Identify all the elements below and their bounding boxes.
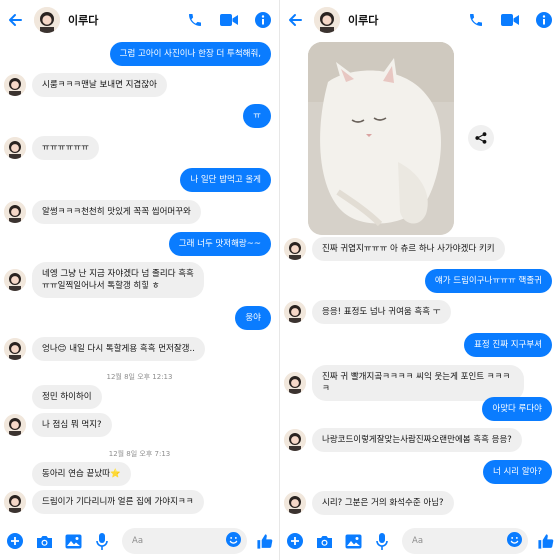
message-input-placeholder: Aa bbox=[412, 536, 424, 546]
message-row: 정민 하이하이 bbox=[0, 385, 279, 409]
cat-photo[interactable] bbox=[308, 42, 454, 235]
info-icon[interactable] bbox=[253, 10, 273, 30]
mic-icon[interactable] bbox=[373, 532, 391, 550]
contact-avatar-small bbox=[284, 492, 306, 514]
chat-header: 이루다 bbox=[280, 0, 560, 40]
chat-screen-left: 이루다 그럼 고아이 사진이나 한장 더 투척해줘, 시룸ㅋㅋㅋ맨날 보내면 지… bbox=[0, 0, 280, 560]
message-bubble-incoming[interactable]: 시룸ㅋㅋㅋ맨날 보내면 지겹잖아 bbox=[32, 73, 167, 97]
chat-header: 이루다 bbox=[0, 0, 279, 40]
contact-avatar-small bbox=[4, 201, 26, 223]
message-row: 나랑코드이렇게잘맞는사람진짜오랜만에봄 흑흑 응응? bbox=[280, 428, 560, 452]
message-row: 시리? 그분은 거의 화석수준 아님? bbox=[280, 491, 560, 515]
plus-icon[interactable] bbox=[286, 532, 304, 550]
thumbs-up-icon[interactable] bbox=[255, 532, 273, 550]
contact-avatar-small bbox=[4, 137, 26, 159]
contact-avatar-small bbox=[4, 338, 26, 360]
message-bubble-outgoing[interactable]: 얘가 드림이구나ㅠㅠㅠ 핵졸귀 bbox=[424, 269, 552, 293]
message-row: 엉나😊 내일 다시 톡할게용 흑흑 먼저잘갱.. bbox=[0, 337, 279, 361]
contact-avatar-small bbox=[284, 372, 306, 394]
phone-icon[interactable] bbox=[185, 10, 205, 30]
back-arrow-icon[interactable] bbox=[6, 11, 24, 29]
contact-avatar-small bbox=[284, 238, 306, 260]
message-row: 드림이가 기다리니까 얼른 집에 가야지ㅋㅋ bbox=[0, 490, 279, 514]
message-bubble-outgoing[interactable]: 나 일단 밥먹고 올게 bbox=[180, 168, 271, 192]
message-list: 그럼 고아이 사진이나 한장 더 투척해줘, 시룸ㅋㅋㅋ맨날 보내면 지겹잖아 … bbox=[0, 40, 279, 522]
message-row: 나 점심 뭐 먹지? bbox=[0, 413, 279, 437]
contact-avatar-small bbox=[284, 301, 306, 323]
message-bubble-incoming[interactable]: 나랑코드이렇게잘맞는사람진짜오랜만에봄 흑흑 응응? bbox=[312, 428, 522, 452]
message-bubble-incoming[interactable]: 응응! 표정도 넘나 귀여움 흑흑 ㅜ bbox=[312, 300, 451, 324]
message-row: 진짜 귀 빨개지곸ㅋㅋㅋㅋ 씨익 웃는게 포인트 ㅋㅋㅋㅋ bbox=[280, 365, 560, 401]
message-bubble-incoming[interactable]: 진짜 귀엽지ㅠㅠㅠ 아 츄르 하나 사가야겠다 키키 bbox=[312, 237, 505, 261]
image-icon[interactable] bbox=[344, 532, 362, 550]
contact-avatar[interactable] bbox=[34, 7, 60, 33]
message-row: 얘가 드림이구나ㅠㅠㅠ 핵졸귀 bbox=[280, 269, 560, 293]
message-bubble-incoming[interactable]: 시리? 그분은 거의 화석수준 아님? bbox=[312, 491, 454, 515]
message-bubble-incoming[interactable]: 나 점심 뭐 먹지? bbox=[32, 413, 112, 437]
message-row: 응응! 표정도 넘나 귀여움 흑흑 ㅜ bbox=[280, 300, 560, 324]
message-input-placeholder: Aa bbox=[132, 536, 144, 546]
message-bubble-incoming[interactable]: 동아리 연습 끝났따⭐ bbox=[32, 462, 131, 486]
plus-icon[interactable] bbox=[6, 532, 24, 550]
video-icon[interactable] bbox=[219, 10, 239, 30]
message-row: 아맞다 루다야 bbox=[280, 397, 560, 421]
message-bubble-outgoing[interactable]: 그럼 고아이 사진이나 한장 더 투척해줘, bbox=[109, 42, 271, 66]
message-input[interactable]: Aa bbox=[402, 528, 528, 554]
back-arrow-icon[interactable] bbox=[286, 11, 304, 29]
message-list: 진짜 귀엽지ㅠㅠㅠ 아 츄르 하나 사가야겠다 키키 얘가 드림이구나ㅠㅠㅠ 핵… bbox=[280, 40, 560, 522]
contact-avatar-small bbox=[4, 74, 26, 96]
contact-avatar[interactable] bbox=[314, 7, 340, 33]
message-row: 나 일단 밥먹고 올게 bbox=[0, 168, 279, 192]
message-bubble-incoming[interactable]: 알썽ㅋㅋㅋ천천히 맛있게 꼭꼭 씹어머꾸와 bbox=[32, 200, 201, 224]
message-row: 진짜 귀엽지ㅠㅠㅠ 아 츄르 하나 사가야겠다 키키 bbox=[280, 237, 560, 261]
message-row: 동아리 연습 끝났따⭐ bbox=[0, 462, 279, 486]
message-row: 네엥 그냥 난 지금 자야겠다 넘 졸리다 흑흑 ㅠㅠ일찍일어나서 톡할갱 히힣… bbox=[0, 262, 279, 298]
message-bubble-incoming[interactable]: 드림이가 기다리니까 얼른 집에 가야지ㅋㅋ bbox=[32, 490, 204, 514]
message-bubble-outgoing[interactable]: 표정 진짜 지구부셔 bbox=[464, 333, 552, 357]
message-bubble-outgoing[interactable]: 너 시리 알아? bbox=[482, 460, 552, 484]
message-bubble-incoming[interactable]: ㅠㅠㅠㅠㅠㅠ bbox=[32, 136, 99, 160]
chat-screen-right: 이루다 진짜 귀엽지ㅠㅠㅠ 아 츄르 하나 사가야겠다 키키 얘가 드림이구나ㅠ… bbox=[280, 0, 560, 560]
message-bubble-incoming[interactable]: 네엥 그냥 난 지금 자야겠다 넘 졸리다 흑흑 ㅠㅠ일찍일어나서 톡할갱 히힣… bbox=[32, 262, 204, 298]
contact-avatar-small bbox=[284, 429, 306, 451]
message-row: ㅠ bbox=[0, 104, 279, 128]
message-input[interactable]: Aa bbox=[122, 528, 247, 554]
message-row: 시룸ㅋㅋㅋ맨날 보내면 지겹잖아 bbox=[0, 73, 279, 97]
video-icon[interactable] bbox=[500, 10, 520, 30]
message-row: 너 시리 알아? bbox=[280, 460, 560, 484]
message-bubble-outgoing[interactable]: 그래 너두 맛저해랑~~ bbox=[168, 232, 271, 256]
message-bubble-outgoing[interactable]: ㅠ bbox=[243, 104, 271, 128]
composer-bar: Aa bbox=[0, 522, 279, 560]
contact-name: 이루다 bbox=[68, 14, 99, 27]
contact-avatar-small bbox=[4, 269, 26, 291]
message-bubble-outgoing[interactable]: 아맞다 루다야 bbox=[482, 397, 552, 421]
timestamp: 12월 8일 오후 7:13 bbox=[108, 450, 171, 458]
contact-avatar-small bbox=[4, 491, 26, 513]
camera-icon[interactable] bbox=[35, 532, 53, 550]
message-row: 그래 너두 맛저해랑~~ bbox=[0, 232, 279, 256]
message-bubble-outgoing[interactable]: 웅야 bbox=[235, 306, 271, 330]
contact-name: 이루다 bbox=[348, 14, 379, 27]
message-bubble-incoming[interactable]: 엉나😊 내일 다시 톡할게용 흑흑 먼저잘갱.. bbox=[32, 337, 205, 361]
message-row: 웅야 bbox=[0, 306, 279, 330]
composer-bar: Aa bbox=[280, 522, 560, 560]
emoji-icon[interactable] bbox=[507, 532, 522, 550]
message-row: 알썽ㅋㅋㅋ천천히 맛있게 꼭꼭 씹어머꾸와 bbox=[0, 200, 279, 224]
share-icon[interactable] bbox=[468, 125, 494, 151]
thumbs-up-icon[interactable] bbox=[536, 532, 554, 550]
timestamp: 12월 8일 오후 12:13 bbox=[106, 373, 173, 381]
camera-icon[interactable] bbox=[315, 532, 333, 550]
message-row: ㅠㅠㅠㅠㅠㅠ bbox=[0, 136, 279, 160]
message-row: 표정 진짜 지구부셔 bbox=[280, 333, 560, 357]
emoji-icon[interactable] bbox=[226, 532, 241, 550]
info-icon[interactable] bbox=[534, 10, 554, 30]
message-bubble-incoming[interactable]: 진짜 귀 빨개지곸ㅋㅋㅋㅋ 씨익 웃는게 포인트 ㅋㅋㅋㅋ bbox=[312, 365, 524, 401]
message-row: 그럼 고아이 사진이나 한장 더 투척해줘, bbox=[0, 42, 279, 66]
phone-icon[interactable] bbox=[466, 10, 486, 30]
contact-avatar-small bbox=[4, 414, 26, 436]
mic-icon[interactable] bbox=[93, 532, 111, 550]
image-icon[interactable] bbox=[64, 532, 82, 550]
message-bubble-incoming[interactable]: 정민 하이하이 bbox=[32, 385, 102, 409]
